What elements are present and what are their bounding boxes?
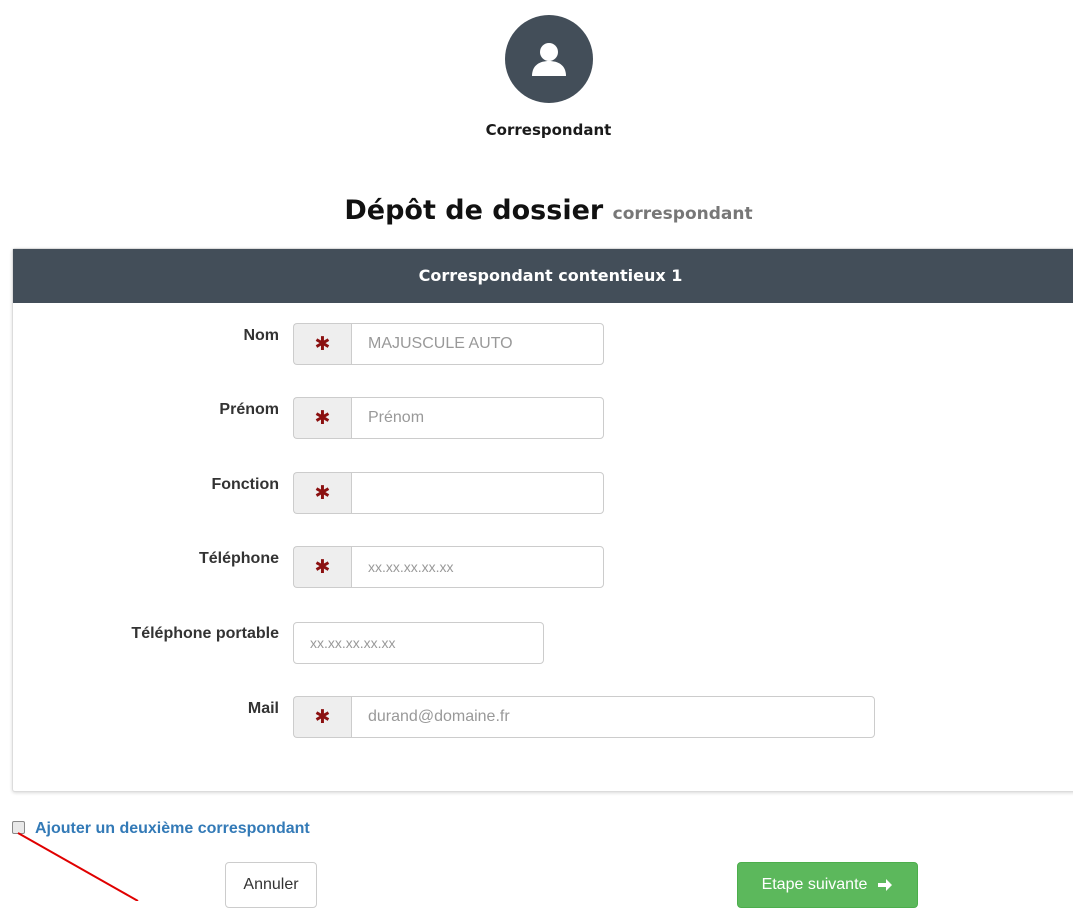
annotation-arrow-line [17, 832, 139, 901]
